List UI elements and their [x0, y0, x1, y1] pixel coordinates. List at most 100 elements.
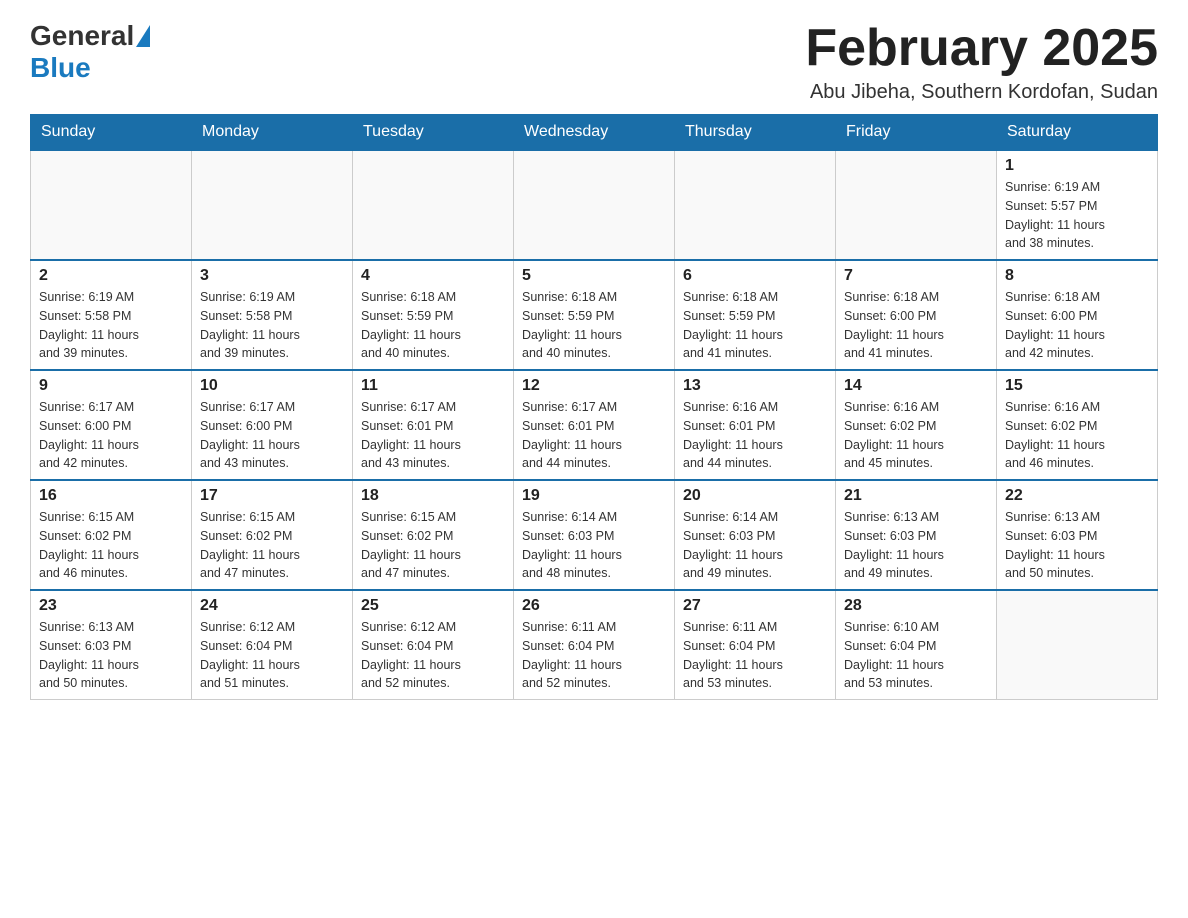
day-header-friday: Friday: [836, 115, 997, 151]
day-info: Sunrise: 6:15 AMSunset: 6:02 PMDaylight:…: [200, 508, 344, 583]
header-row: SundayMondayTuesdayWednesdayThursdayFrid…: [31, 115, 1158, 151]
day-number: 3: [200, 267, 344, 285]
week-row-3: 9 Sunrise: 6:17 AMSunset: 6:00 PMDaylight…: [31, 370, 1158, 480]
day-header-thursday: Thursday: [675, 115, 836, 151]
day-number: 11: [361, 377, 505, 395]
day-header-tuesday: Tuesday: [353, 115, 514, 151]
calendar-body: 1Sunrise: 6:19 AMSunset: 5:57 PMDaylight…: [31, 150, 1158, 700]
week-row-1: 1Sunrise: 6:19 AMSunset: 5:57 PMDaylight…: [31, 150, 1158, 260]
calendar-cell: 12 Sunrise: 6:17 AMSunset: 6:01 PMDayligh…: [514, 370, 675, 480]
calendar-cell: [836, 150, 997, 260]
day-info: Sunrise: 6:12 AMSunset: 6:04 PMDaylight:…: [200, 618, 344, 693]
calendar-cell: [353, 150, 514, 260]
week-row-2: 2 Sunrise: 6:19 AMSunset: 5:58 PMDaylight…: [31, 260, 1158, 370]
day-info: Sunrise: 6:18 AMSunset: 5:59 PMDaylight:…: [361, 288, 505, 363]
day-info: Sunrise: 6:15 AMSunset: 6:02 PMDaylight:…: [39, 508, 183, 583]
calendar-cell: 23 Sunrise: 6:13 AMSunset: 6:03 PMDayligh…: [31, 590, 192, 700]
calendar-cell: 6 Sunrise: 6:18 AMSunset: 5:59 PMDaylight…: [675, 260, 836, 370]
logo-triangle-icon: [136, 25, 150, 47]
calendar-cell: 14 Sunrise: 6:16 AMSunset: 6:02 PMDayligh…: [836, 370, 997, 480]
calendar-cell: 21 Sunrise: 6:13 AMSunset: 6:03 PMDayligh…: [836, 480, 997, 590]
day-number: 19: [522, 487, 666, 505]
calendar-cell: 24 Sunrise: 6:12 AMSunset: 6:04 PMDayligh…: [192, 590, 353, 700]
day-info: Sunrise: 6:19 AMSunset: 5:58 PMDaylight:…: [39, 288, 183, 363]
day-info: Sunrise: 6:16 AMSunset: 6:02 PMDaylight:…: [844, 398, 988, 473]
day-info: Sunrise: 6:18 AMSunset: 6:00 PMDaylight:…: [844, 288, 988, 363]
calendar-cell: 3 Sunrise: 6:19 AMSunset: 5:58 PMDaylight…: [192, 260, 353, 370]
day-info: Sunrise: 6:10 AMSunset: 6:04 PMDaylight:…: [844, 618, 988, 693]
day-info: Sunrise: 6:14 AMSunset: 6:03 PMDaylight:…: [683, 508, 827, 583]
day-header-sunday: Sunday: [31, 115, 192, 151]
calendar-cell: [997, 590, 1158, 700]
calendar-cell: 2 Sunrise: 6:19 AMSunset: 5:58 PMDaylight…: [31, 260, 192, 370]
page-header: General Blue February 2025 Abu Jibeha, S…: [30, 20, 1158, 104]
calendar-cell: 11 Sunrise: 6:17 AMSunset: 6:01 PMDayligh…: [353, 370, 514, 480]
calendar-header: SundayMondayTuesdayWednesdayThursdayFrid…: [31, 115, 1158, 151]
calendar-cell: 15Sunrise: 6:16 AMSunset: 6:02 PMDayligh…: [997, 370, 1158, 480]
day-header-saturday: Saturday: [997, 115, 1158, 151]
day-number: 9: [39, 377, 183, 395]
title-section: February 2025 Abu Jibeha, Southern Kordo…: [805, 20, 1158, 104]
day-number: 15: [1005, 377, 1149, 395]
day-number: 25: [361, 597, 505, 615]
day-number: 5: [522, 267, 666, 285]
day-info: Sunrise: 6:15 AMSunset: 6:02 PMDaylight:…: [361, 508, 505, 583]
calendar-cell: 10 Sunrise: 6:17 AMSunset: 6:00 PMDayligh…: [192, 370, 353, 480]
month-title: February 2025: [805, 20, 1158, 77]
calendar-cell: 5 Sunrise: 6:18 AMSunset: 5:59 PMDaylight…: [514, 260, 675, 370]
day-number: 13: [683, 377, 827, 395]
calendar-cell: 1Sunrise: 6:19 AMSunset: 5:57 PMDaylight…: [997, 150, 1158, 260]
day-number: 10: [200, 377, 344, 395]
calendar-cell: 4 Sunrise: 6:18 AMSunset: 5:59 PMDaylight…: [353, 260, 514, 370]
day-number: 14: [844, 377, 988, 395]
day-header-monday: Monday: [192, 115, 353, 151]
day-info: Sunrise: 6:17 AMSunset: 6:00 PMDaylight:…: [200, 398, 344, 473]
day-info: Sunrise: 6:18 AMSunset: 6:00 PMDaylight:…: [1005, 288, 1149, 363]
calendar-cell: 16 Sunrise: 6:15 AMSunset: 6:02 PMDayligh…: [31, 480, 192, 590]
day-info: Sunrise: 6:12 AMSunset: 6:04 PMDaylight:…: [361, 618, 505, 693]
day-number: 18: [361, 487, 505, 505]
calendar-cell: 19Sunrise: 6:14 AMSunset: 6:03 PMDayligh…: [514, 480, 675, 590]
day-number: 20: [683, 487, 827, 505]
calendar-cell: 26Sunrise: 6:11 AMSunset: 6:04 PMDayligh…: [514, 590, 675, 700]
day-info: Sunrise: 6:19 AMSunset: 5:58 PMDaylight:…: [200, 288, 344, 363]
day-info: Sunrise: 6:13 AMSunset: 6:03 PMDaylight:…: [39, 618, 183, 693]
day-info: Sunrise: 6:13 AMSunset: 6:03 PMDaylight:…: [1005, 508, 1149, 583]
calendar-cell: 18 Sunrise: 6:15 AMSunset: 6:02 PMDayligh…: [353, 480, 514, 590]
calendar-cell: 25 Sunrise: 6:12 AMSunset: 6:04 PMDayligh…: [353, 590, 514, 700]
logo: General Blue: [30, 20, 152, 84]
day-number: 6: [683, 267, 827, 285]
calendar-table: SundayMondayTuesdayWednesdayThursdayFrid…: [30, 114, 1158, 700]
calendar-cell: 9 Sunrise: 6:17 AMSunset: 6:00 PMDaylight…: [31, 370, 192, 480]
calendar-cell: 22 Sunrise: 6:13 AMSunset: 6:03 PMDayligh…: [997, 480, 1158, 590]
day-number: 12: [522, 377, 666, 395]
day-number: 24: [200, 597, 344, 615]
day-info: Sunrise: 6:17 AMSunset: 6:01 PMDaylight:…: [522, 398, 666, 473]
day-number: 16: [39, 487, 183, 505]
calendar-cell: [675, 150, 836, 260]
day-number: 23: [39, 597, 183, 615]
day-info: Sunrise: 6:18 AMSunset: 5:59 PMDaylight:…: [522, 288, 666, 363]
day-info: Sunrise: 6:17 AMSunset: 6:00 PMDaylight:…: [39, 398, 183, 473]
day-info: Sunrise: 6:16 AMSunset: 6:01 PMDaylight:…: [683, 398, 827, 473]
day-number: 2: [39, 267, 183, 285]
calendar-cell: [192, 150, 353, 260]
day-number: 27: [683, 597, 827, 615]
calendar-cell: 8Sunrise: 6:18 AMSunset: 6:00 PMDaylight…: [997, 260, 1158, 370]
location-title: Abu Jibeha, Southern Kordofan, Sudan: [805, 81, 1158, 104]
day-number: 7: [844, 267, 988, 285]
calendar-cell: [31, 150, 192, 260]
day-number: 4: [361, 267, 505, 285]
day-number: 21: [844, 487, 988, 505]
day-info: Sunrise: 6:18 AMSunset: 5:59 PMDaylight:…: [683, 288, 827, 363]
day-number: 22: [1005, 487, 1149, 505]
calendar-cell: 13 Sunrise: 6:16 AMSunset: 6:01 PMDayligh…: [675, 370, 836, 480]
calendar-cell: 20 Sunrise: 6:14 AMSunset: 6:03 PMDayligh…: [675, 480, 836, 590]
day-info: Sunrise: 6:13 AMSunset: 6:03 PMDaylight:…: [844, 508, 988, 583]
calendar-cell: 7 Sunrise: 6:18 AMSunset: 6:00 PMDaylight…: [836, 260, 997, 370]
week-row-4: 16 Sunrise: 6:15 AMSunset: 6:02 PMDayligh…: [31, 480, 1158, 590]
day-number: 17: [200, 487, 344, 505]
calendar-cell: 27Sunrise: 6:11 AMSunset: 6:04 PMDayligh…: [675, 590, 836, 700]
calendar-cell: 17 Sunrise: 6:15 AMSunset: 6:02 PMDayligh…: [192, 480, 353, 590]
day-info: Sunrise: 6:17 AMSunset: 6:01 PMDaylight:…: [361, 398, 505, 473]
